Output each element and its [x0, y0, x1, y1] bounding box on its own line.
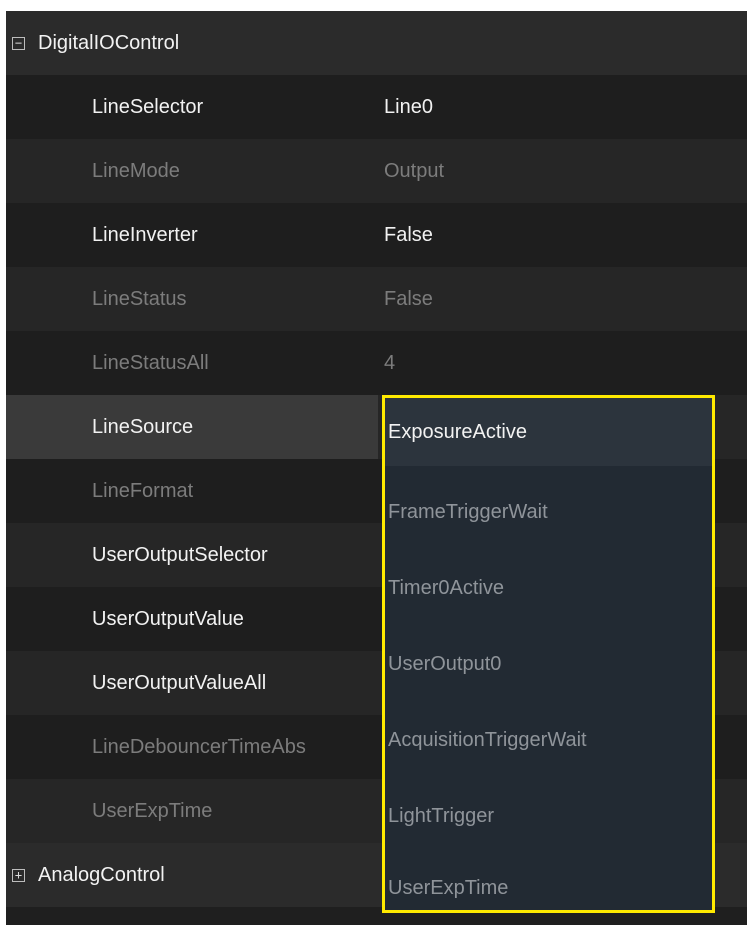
property-name: LineStatusAll — [92, 352, 209, 374]
linesource-dropdown-list[interactable]: ExposureActive FrameTriggerWait Timer0Ac… — [382, 395, 715, 913]
property-name: LineDebouncerTimeAbs — [92, 736, 306, 758]
property-grid: − DigitalIOControl LineSelector Line0 Li… — [6, 11, 747, 925]
dropdown-option[interactable]: Timer0Active — [385, 542, 712, 610]
property-value: Output — [384, 160, 445, 182]
property-value: False — [384, 288, 433, 310]
property-value[interactable]: Line0 — [384, 75, 433, 139]
dropdown-option[interactable]: UserExpTime — [385, 842, 712, 910]
group-digitaliocontrol[interactable]: − DigitalIOControl — [6, 11, 747, 75]
collapse-icon[interactable]: − — [12, 37, 25, 50]
property-name: UserOutputSelector — [92, 544, 268, 566]
property-name: LineMode — [92, 160, 180, 182]
property-name: LineStatus — [92, 288, 187, 310]
property-name: UserExpTime — [92, 800, 213, 822]
property-value: 4 — [384, 352, 396, 374]
dropdown-option[interactable]: FrameTriggerWait — [385, 466, 712, 534]
property-row-linemode: LineMode Output — [6, 139, 747, 203]
property-row-lineinverter[interactable]: LineInverter False — [6, 203, 747, 267]
property-value[interactable]: False — [384, 203, 433, 267]
property-name: LineInverter — [92, 224, 198, 246]
dropdown-option[interactable]: LightTrigger — [385, 770, 712, 838]
dropdown-option[interactable]: ExposureActive — [385, 398, 712, 466]
expand-icon[interactable]: + — [12, 869, 25, 882]
group-label: AnalogControl — [38, 864, 165, 886]
property-row-linestatus: LineStatus False — [6, 267, 747, 331]
dropdown-option[interactable]: UserOutput0 — [385, 618, 712, 686]
dropdown-option[interactable]: AcquisitionTriggerWait — [385, 694, 712, 762]
property-row-linestatusall: LineStatusAll 4 — [6, 331, 747, 395]
property-name: UserOutputValueAll — [92, 672, 267, 694]
property-name: LineFormat — [92, 480, 194, 502]
property-row-lineselector[interactable]: LineSelector Line0 — [6, 75, 747, 139]
property-name: UserOutputValue — [92, 608, 244, 630]
property-name: LineSource — [92, 416, 194, 438]
property-name: LineSelector — [92, 96, 204, 118]
group-label: DigitalIOControl — [38, 32, 180, 54]
